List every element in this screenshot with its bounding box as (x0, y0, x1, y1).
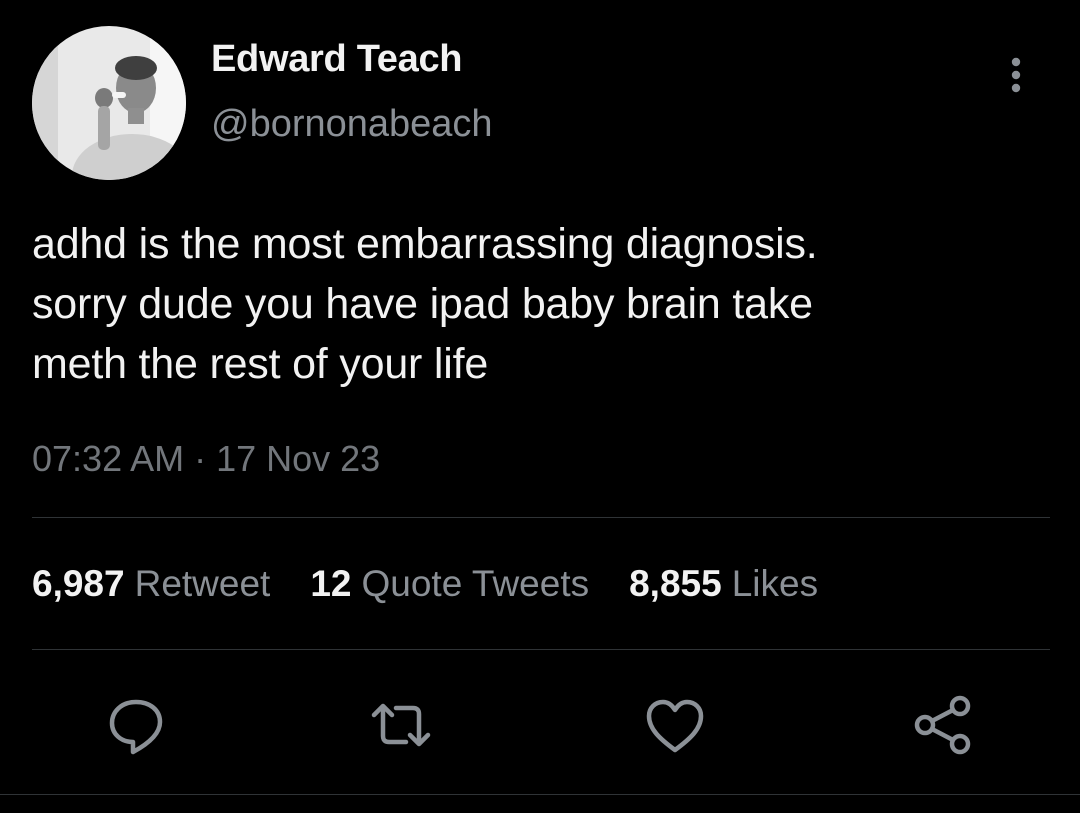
divider (0, 794, 1080, 795)
retweet-button[interactable] (366, 690, 436, 760)
tweet-text: adhd is the most embarrassing diagnosis.… (32, 220, 818, 388)
likes-count: 8,855 (629, 563, 722, 604)
retweet-label: Retweet (134, 563, 271, 604)
likes-label: Likes (731, 563, 819, 604)
avatar-photo (32, 26, 186, 180)
divider (32, 517, 1050, 518)
share-icon (914, 695, 971, 755)
quote-count: 12 (310, 563, 352, 604)
reply-button[interactable] (101, 690, 171, 760)
avatar[interactable] (32, 26, 186, 180)
more-options-button[interactable] (996, 50, 1036, 100)
retweet-count: 6,987 (32, 563, 125, 604)
tweet-timestamp[interactable]: 07:32 AM · 17 Nov 23 (32, 438, 380, 480)
quote-label: Quote Tweets (361, 563, 590, 604)
more-vertical-icon (1011, 57, 1021, 93)
engagement-stats: 6,987 Retweet 12 Quote Tweets 8,855 Like… (32, 563, 858, 605)
quote-tweets-stat[interactable]: 12 Quote Tweets (310, 563, 589, 605)
heart-icon (646, 699, 704, 753)
like-button[interactable] (640, 690, 710, 760)
divider (32, 649, 1050, 650)
likes-stat[interactable]: 8,855 Likes (629, 563, 818, 605)
retweet-icon (371, 703, 431, 747)
reply-icon (109, 699, 163, 755)
display-name[interactable]: Edward Teach (211, 38, 463, 81)
user-handle[interactable]: @bornonabeach (211, 103, 493, 146)
share-button[interactable] (908, 690, 978, 760)
retweet-stat[interactable]: 6,987 Retweet (32, 563, 270, 605)
